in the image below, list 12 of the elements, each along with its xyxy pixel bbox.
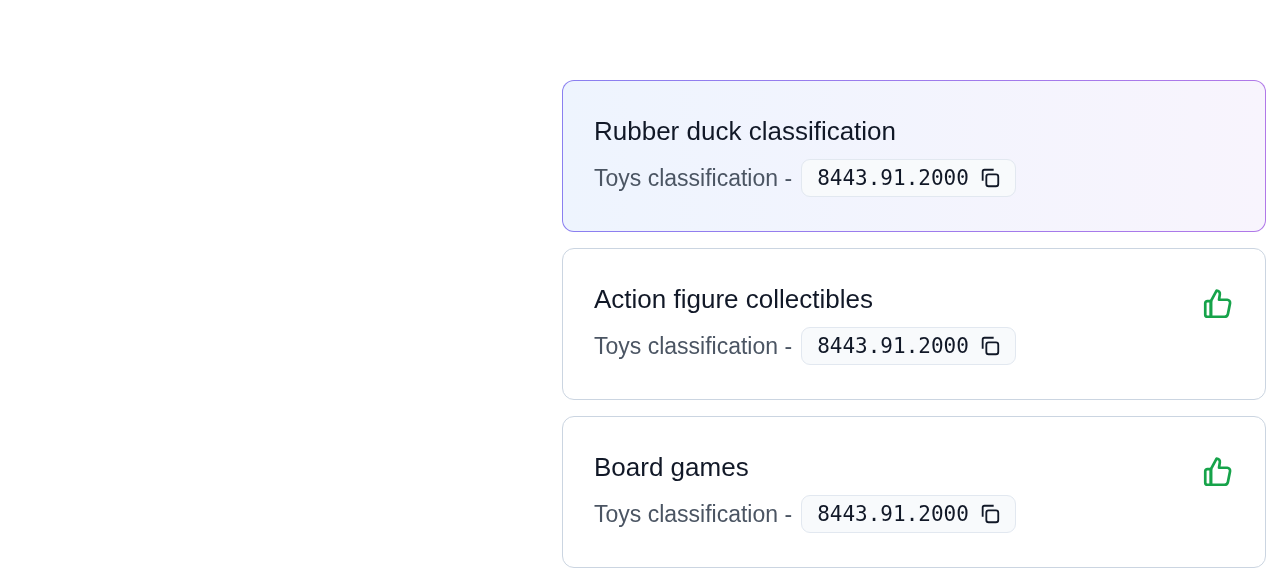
result-card[interactable]: Action figure collectibles Toys classification - 8443.91.2000 [562,248,1266,400]
code-copy-button[interactable]: 8443.91.2000 [801,327,1016,365]
code-copy-button[interactable]: 8443.91.2000 [801,495,1016,533]
result-card[interactable]: Rubber duck classification Toys classification - 8443.91.2000 [562,80,1266,232]
result-title: Rubber duck classification [594,115,897,147]
category-label: Toys classification - [594,332,793,360]
result-title: Board games [594,451,749,483]
result-card[interactable]: Board games Toys classification - 8443.91.2000 [562,416,1266,568]
category-label: Toys classification - [594,500,793,528]
result-title: Action figure collectibles [594,283,873,315]
category-label: Toys classification - [594,164,793,192]
code-copy-button[interactable]: 8443.91.2000 [801,159,1016,197]
